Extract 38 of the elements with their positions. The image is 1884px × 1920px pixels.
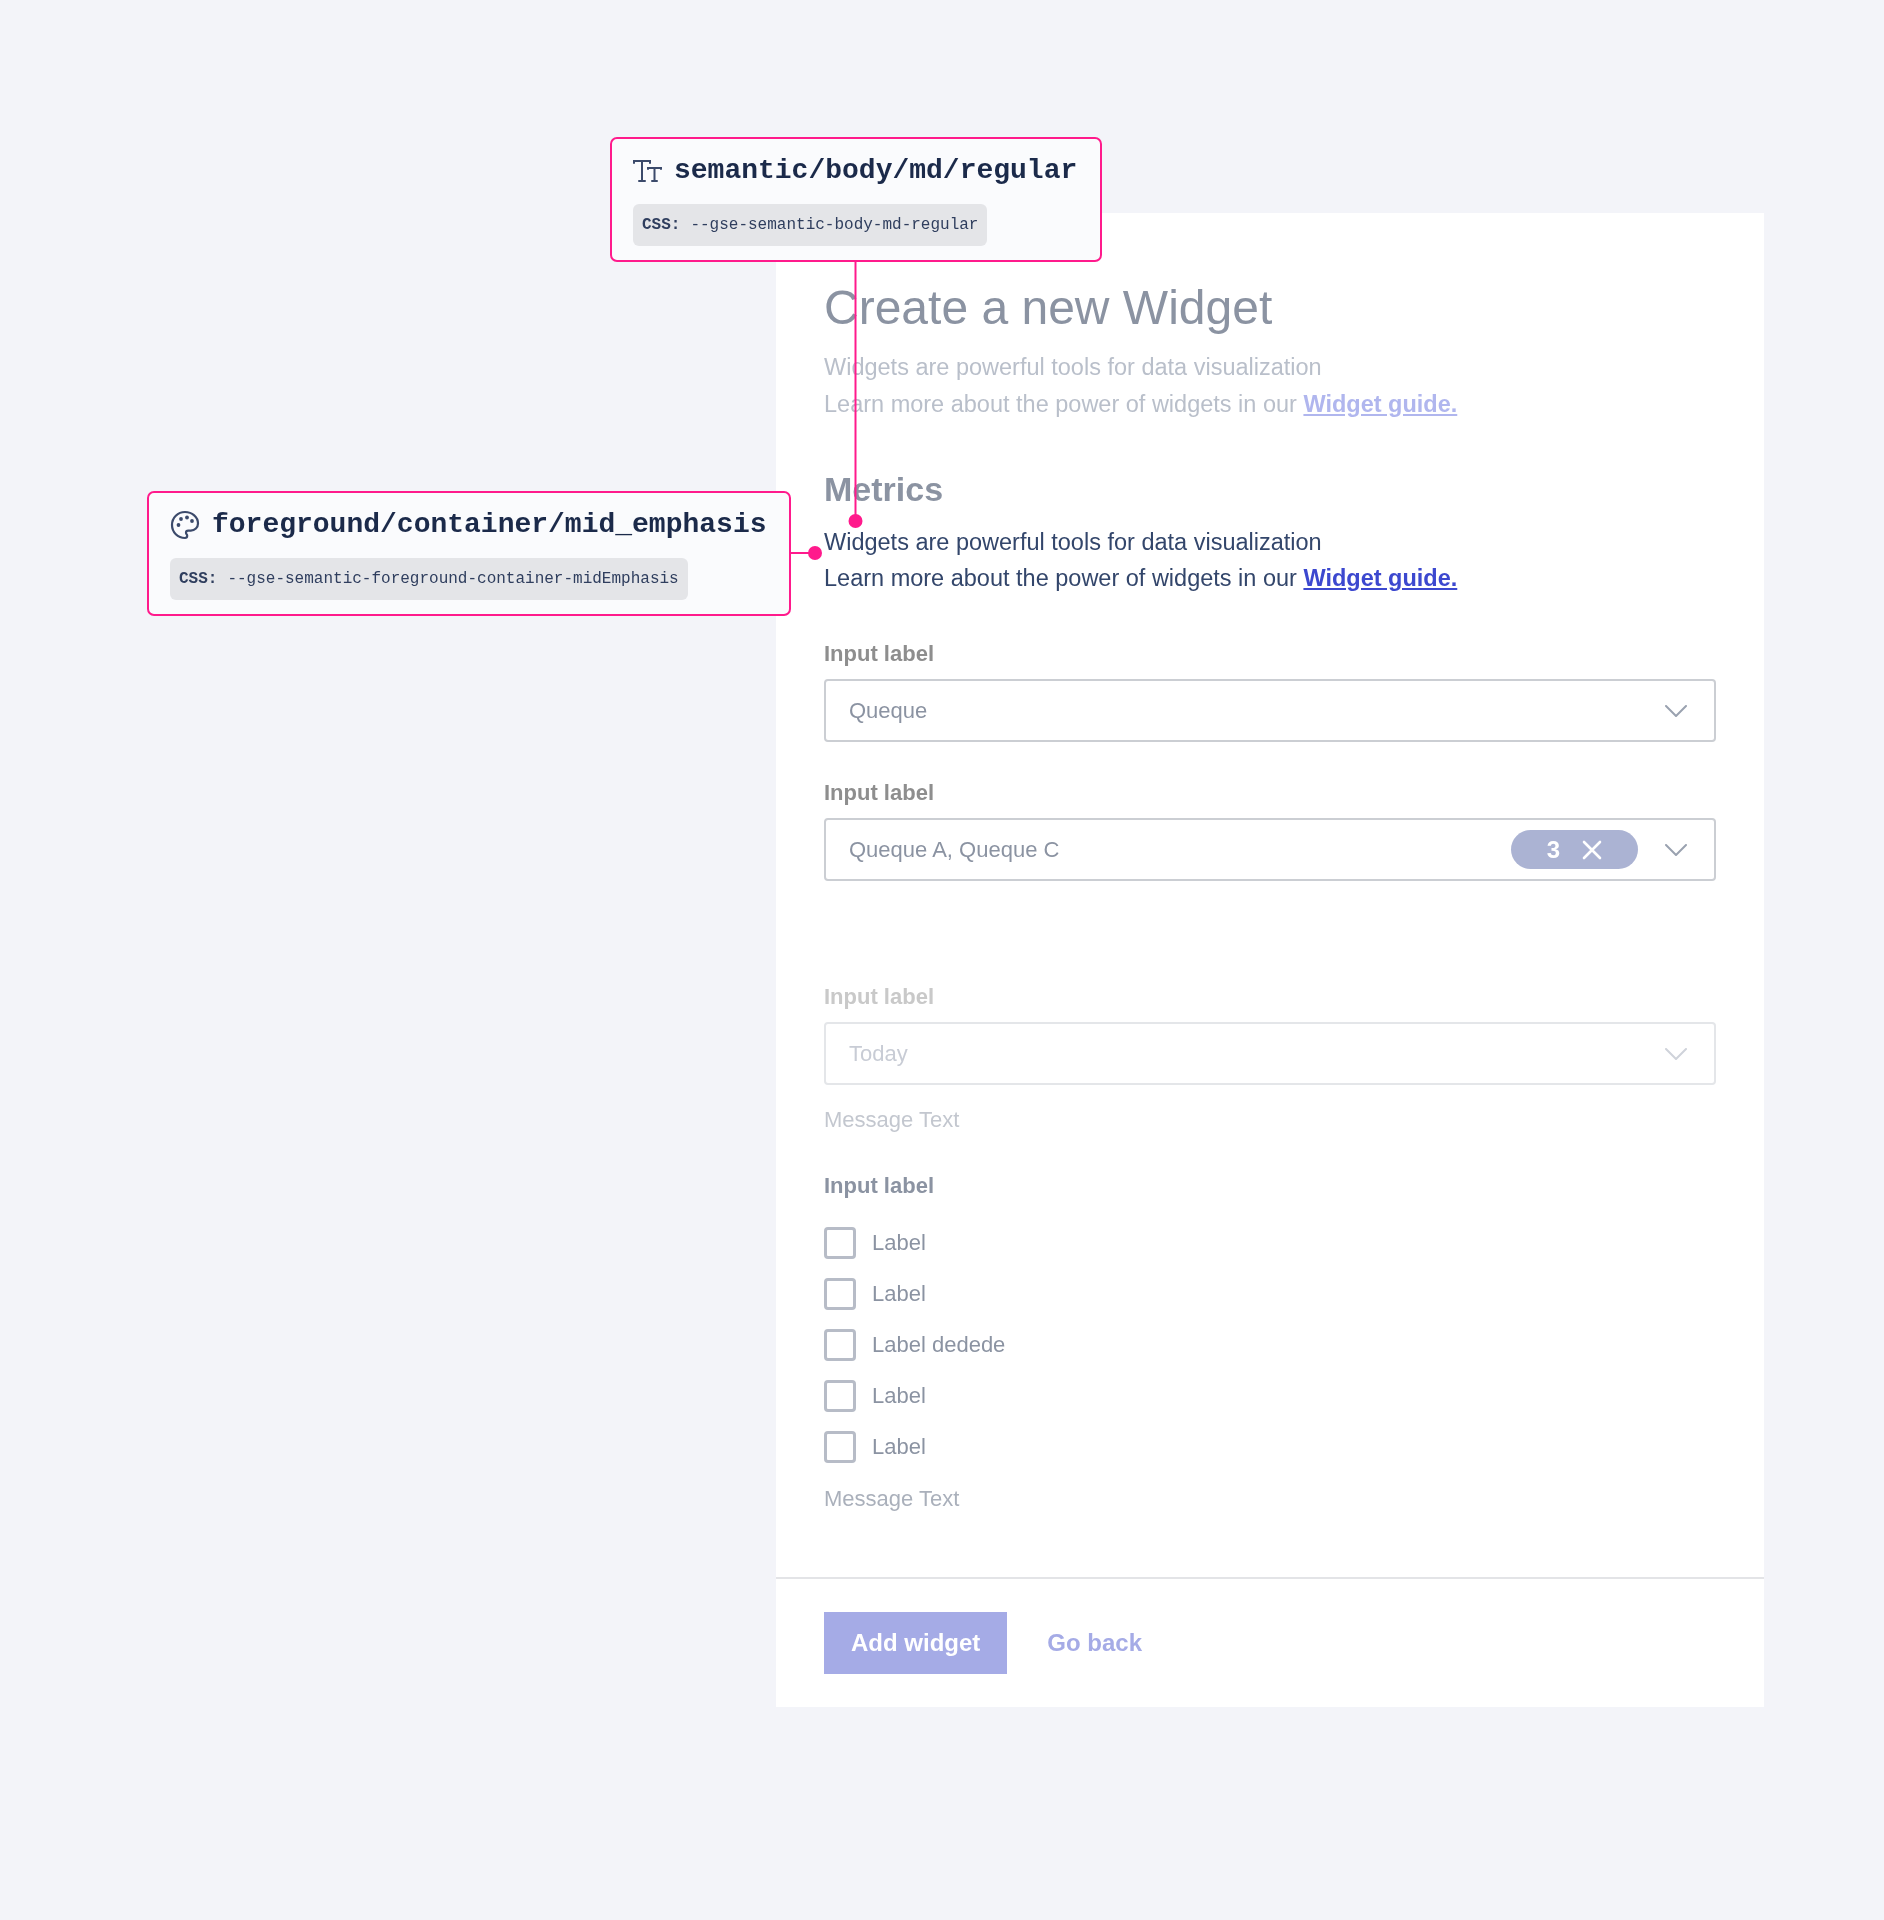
checkbox[interactable] bbox=[824, 1227, 856, 1259]
widget-guide-link[interactable]: Widget guide. bbox=[1303, 390, 1458, 417]
checkbox[interactable] bbox=[824, 1431, 856, 1463]
checkbox-label: Label bbox=[872, 1433, 926, 1461]
go-back-link[interactable]: Go back bbox=[1045, 1612, 1145, 1674]
field-label: Input label bbox=[824, 1172, 935, 1200]
close-icon bbox=[1582, 839, 1603, 860]
checkbox-label: Label bbox=[872, 1229, 926, 1257]
message-text: Message Text bbox=[824, 1485, 961, 1513]
description-text: Learn more about the power of widgets in our Widget guide. bbox=[824, 564, 1458, 593]
field-label: Input label bbox=[824, 640, 935, 668]
multi-select-dropdown[interactable]: Queque A, Queque C 3 bbox=[824, 818, 1716, 881]
checkbox[interactable] bbox=[824, 1380, 856, 1412]
token-name: foreground/container/mid_emphasis bbox=[212, 508, 767, 542]
anchor-dot-icon bbox=[808, 546, 822, 560]
add-widget-button[interactable]: Add widget bbox=[824, 1612, 1008, 1674]
text-type-icon bbox=[633, 160, 662, 182]
chevron-down-icon bbox=[1665, 1047, 1687, 1060]
css-variable-name: --gse-semantic-foreground-container-midEmphasis bbox=[227, 569, 679, 590]
field-label: Input label bbox=[824, 779, 935, 807]
css-label: CSS: bbox=[642, 215, 681, 236]
widget-guide-link[interactable]: Widget guide. bbox=[1303, 565, 1458, 591]
checkbox[interactable] bbox=[824, 1329, 856, 1361]
token-name: semantic/body/md/regular bbox=[674, 154, 1078, 188]
css-label: CSS: bbox=[179, 569, 218, 590]
checkbox-label: Label dedede bbox=[872, 1331, 1006, 1359]
chevron-down-icon bbox=[1665, 704, 1687, 717]
checkbox-label: Label bbox=[872, 1382, 926, 1410]
chevron-down-icon bbox=[1665, 843, 1687, 856]
palette-icon bbox=[170, 510, 200, 540]
checkbox-label: Label bbox=[872, 1280, 926, 1308]
selection-count-chip[interactable]: 3 bbox=[1511, 830, 1638, 869]
checkbox[interactable] bbox=[824, 1278, 856, 1310]
css-variable-name: --gse-semantic-body-md-regular bbox=[690, 215, 979, 236]
select-dropdown[interactable]: Queque bbox=[824, 679, 1716, 742]
anchor-dot-icon bbox=[848, 514, 863, 528]
description-text: Widgets are powerful tools for data visualization bbox=[824, 529, 1322, 554]
message-text: Message Text bbox=[824, 1106, 961, 1134]
